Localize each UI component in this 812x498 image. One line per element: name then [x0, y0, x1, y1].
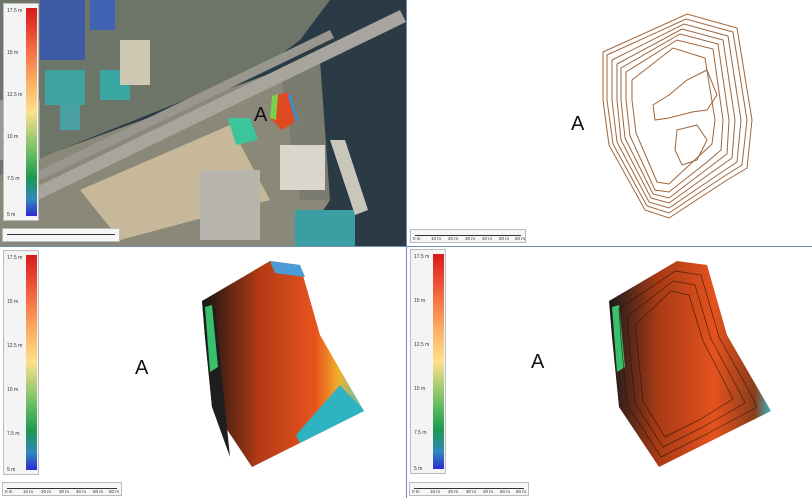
panel-label: A: [135, 357, 149, 379]
elevation-surface: [202, 261, 364, 467]
scale-tick: 50 m: [499, 236, 510, 241]
legend-tick: 15 m: [7, 299, 19, 305]
color-ramp: [433, 254, 444, 469]
legend-tick: 12.5 m: [414, 342, 430, 348]
elevation-contour-panel: 17.5 m 15 m 12.5 m 10 m 7.5 m 5 m 0 m 10…: [406, 246, 812, 498]
legend-tick: 10 m: [414, 386, 426, 392]
scale-tick: 20 m: [448, 236, 459, 241]
scale-tick: 60 m: [515, 236, 526, 241]
contour-lines-panel: 0 m 10 m 20 m 30 m 40 m 50 m 60 m A: [406, 0, 812, 246]
scale-tick: 50 m: [93, 489, 104, 494]
scale-tick: 40 m: [482, 236, 493, 241]
elevation-model-panel: 17.5 m 15 m 12.5 m 10 m 7.5 m 5 m 0 m 10…: [0, 246, 406, 498]
panel-label: A: [571, 113, 585, 135]
legend-tick: 7.5 m: [7, 176, 20, 182]
scale-tick: 30 m: [466, 489, 477, 494]
scale-tick: 0 m: [5, 489, 13, 494]
elevation-legend: 17.5 m 15 m 12.5 m 10 m 7.5 m 5 m: [410, 249, 446, 474]
elevation-legend: 17.5 m 15 m 12.5 m 10 m 7.5 m 5 m: [3, 3, 39, 221]
color-ramp: [26, 8, 37, 216]
scale-tick: 40 m: [76, 489, 87, 494]
scale-tick: 0 m: [412, 489, 420, 494]
elevation-contour-surface: [609, 261, 771, 467]
panel-label: A: [254, 104, 268, 126]
legend-tick: 17.5 m: [414, 254, 430, 260]
scale-tick: 30 m: [465, 236, 476, 241]
scale-bar: 0 m 10 m 20 m 30 m 40 m 50 m 60 m: [2, 482, 122, 496]
legend-tick: 10 m: [7, 134, 19, 140]
scale-tick: 60 m: [516, 489, 527, 494]
panel-label: A: [531, 351, 545, 373]
contour-map: [602, 13, 753, 219]
legend-tick: 15 m: [414, 298, 426, 304]
scale-tick: 10 m: [430, 489, 441, 494]
scale-tick: 20 m: [41, 489, 52, 494]
color-ramp: [26, 255, 37, 470]
legend-tick: 5 m: [7, 212, 16, 218]
legend-tick: 12.5 m: [7, 343, 23, 349]
legend-tick: 5 m: [7, 467, 16, 473]
scale-bar: [2, 228, 120, 242]
scale-tick: 40 m: [483, 489, 494, 494]
legend-tick: 17.5 m: [7, 8, 23, 14]
scale-tick: 30 m: [59, 489, 70, 494]
legend-tick: 7.5 m: [7, 431, 20, 437]
legend-tick: 17.5 m: [7, 255, 23, 261]
legend-tick: 15 m: [7, 50, 19, 56]
scale-tick: 10 m: [23, 489, 34, 494]
elevation-legend: 17.5 m 15 m 12.5 m 10 m 7.5 m 5 m: [3, 250, 39, 475]
scale-tick: 60 m: [109, 489, 120, 494]
legend-tick: 7.5 m: [414, 430, 427, 436]
legend-tick: 5 m: [414, 466, 423, 472]
scale-tick: 50 m: [500, 489, 511, 494]
scale-bar: 0 m 10 m 20 m 30 m 40 m 50 m 60 m: [410, 229, 526, 243]
scale-tick: 0 m: [413, 236, 421, 241]
scale-tick: 20 m: [448, 489, 459, 494]
scale-tick: 10 m: [431, 236, 442, 241]
aerial-image: [0, 0, 406, 246]
legend-tick: 12.5 m: [7, 92, 23, 98]
aerial-photo-panel: 17.5 m 15 m 12.5 m 10 m 7.5 m 5 m A: [0, 0, 406, 246]
legend-tick: 10 m: [7, 387, 19, 393]
scale-bar: 0 m 10 m 20 m 30 m 40 m 50 m 60 m: [409, 482, 529, 496]
